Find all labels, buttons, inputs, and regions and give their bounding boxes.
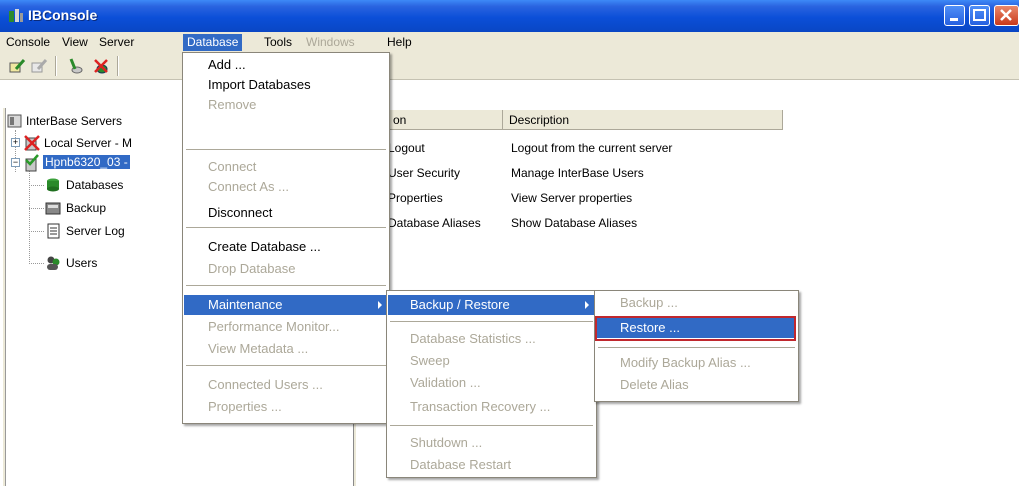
- unregister-server-icon[interactable]: [30, 57, 48, 75]
- database-menu: Add ... Import Databases Remove Connect …: [182, 52, 390, 424]
- menu-shutdown[interactable]: Shutdown ...: [388, 435, 595, 455]
- menu-properties[interactable]: Properties ...: [184, 399, 388, 419]
- tree-item-backup[interactable]: Backup: [6, 199, 206, 217]
- tree-label-server-log: Server Log: [66, 224, 125, 238]
- server-disconnected-icon: [24, 135, 40, 151]
- list-item[interactable]: Logout: [388, 141, 425, 159]
- expand-icon[interactable]: +: [11, 138, 20, 147]
- menu-disconnect[interactable]: Disconnect: [184, 205, 388, 225]
- list-action: Logout: [388, 141, 425, 155]
- tree-label-backup: Backup: [66, 201, 107, 215]
- backup-icon: [45, 202, 61, 215]
- list-item-desc: Manage InterBase Users: [511, 166, 644, 184]
- menu-database-statistics[interactable]: Database Statistics ...: [388, 331, 595, 351]
- toolbar: [0, 52, 1019, 80]
- menu-connect-as[interactable]: Connect As ...: [184, 179, 388, 199]
- list-action: User Security: [388, 166, 461, 180]
- disconnect-database-icon[interactable]: [92, 57, 110, 75]
- list-item-desc: Show Database Aliases: [511, 216, 637, 234]
- close-icon: [1000, 9, 1012, 21]
- menu-connected-users[interactable]: Connected Users ...: [184, 377, 388, 397]
- list-item[interactable]: User Security: [388, 166, 460, 184]
- list-description: Manage InterBase Users: [511, 166, 644, 180]
- submenu-arrow-icon: [378, 301, 382, 309]
- column-header-description[interactable]: Description: [503, 110, 783, 130]
- menu-console[interactable]: Console: [2, 34, 54, 51]
- users-icon: [47, 256, 60, 270]
- databases-icon: [47, 178, 59, 192]
- list-item-desc: Logout from the current server: [511, 141, 672, 159]
- list-item[interactable]: Properties: [388, 191, 443, 209]
- tree-item-users[interactable]: Users: [6, 254, 206, 272]
- menu-bar: Console View Server Database Tools Windo…: [0, 32, 1019, 52]
- menu-remove[interactable]: Remove: [184, 97, 388, 117]
- menu-performance-monitor[interactable]: Performance Monitor...: [184, 319, 388, 339]
- tree-label-users: Users: [66, 256, 98, 270]
- menu-sweep[interactable]: Sweep: [388, 353, 595, 373]
- tree-label-server: Hpnb6320_03 -: [43, 155, 130, 169]
- close-button[interactable]: [994, 5, 1019, 26]
- window-title: IBConsole: [28, 7, 98, 23]
- restore-highlight-callout: [595, 316, 796, 341]
- minimize-icon: [950, 18, 958, 21]
- servers-group-icon: [7, 114, 22, 128]
- menu-maintenance-label: Maintenance: [208, 297, 283, 312]
- menu-import-databases[interactable]: Import Databases: [184, 77, 388, 97]
- submenu-arrow-icon: [585, 301, 589, 309]
- menu-maintenance[interactable]: Maintenance: [184, 295, 388, 315]
- menu-delete-alias[interactable]: Delete Alias: [596, 377, 797, 397]
- tree-item-interbase-servers[interactable]: InterBase Servers: [6, 112, 206, 130]
- backup-restore-submenu: Backup ... Restore ... Modify Backup Ali…: [594, 290, 799, 402]
- menu-backup[interactable]: Backup ...: [596, 295, 797, 315]
- list-description: Logout from the current server: [511, 141, 673, 155]
- maintenance-submenu: Backup / Restore Database Statistics ...…: [386, 290, 597, 478]
- column-header-description-label: Description: [509, 113, 570, 127]
- menu-windows[interactable]: Windows: [302, 34, 359, 51]
- menu-help[interactable]: Help: [383, 34, 416, 51]
- menu-backup-restore-label: Backup / Restore: [410, 297, 510, 312]
- menu-add[interactable]: Add ...: [184, 57, 388, 77]
- menu-database[interactable]: Database: [183, 34, 243, 51]
- tree-item-server-log[interactable]: Server Log: [6, 222, 206, 240]
- tree-item-server-hpnb[interactable]: − Hpnb6320_03 -: [6, 154, 206, 172]
- menu-create-database[interactable]: Create Database ...: [184, 239, 388, 259]
- tree-item-local-server[interactable]: + Local Server - M: [6, 134, 206, 152]
- menu-validation[interactable]: Validation ...: [388, 375, 595, 395]
- list-item[interactable]: Database Aliases: [388, 216, 481, 234]
- tree-label-local-server: Local Server - M: [44, 136, 133, 150]
- minimize-button[interactable]: [944, 5, 965, 26]
- collapse-icon[interactable]: −: [11, 158, 20, 167]
- menu-drop-database[interactable]: Drop Database: [184, 261, 388, 281]
- tree-label-databases: Databases: [66, 178, 124, 192]
- menu-view[interactable]: View: [58, 34, 92, 51]
- maximize-button[interactable]: [969, 5, 990, 26]
- server-connected-icon: [25, 154, 39, 172]
- ibconsole-app-icon: [9, 9, 23, 22]
- server-log-icon: [47, 223, 60, 239]
- title-bar: IBConsole: [0, 0, 1019, 32]
- menu-modify-backup-alias[interactable]: Modify Backup Alias ...: [596, 355, 797, 375]
- register-server-icon[interactable]: [8, 57, 26, 75]
- connect-database-icon[interactable]: [66, 57, 84, 75]
- tree-item-databases[interactable]: Databases: [6, 176, 206, 194]
- list-item-desc: View Server properties: [511, 191, 632, 209]
- menu-transaction-recovery[interactable]: Transaction Recovery ...: [388, 399, 595, 419]
- maximize-icon: [973, 9, 986, 21]
- menu-backup-restore[interactable]: Backup / Restore: [388, 295, 595, 315]
- list-action: Database Aliases: [388, 216, 481, 230]
- list-description: View Server properties: [511, 191, 633, 205]
- menu-view-metadata[interactable]: View Metadata ...: [184, 341, 388, 361]
- tree-label-root: InterBase Servers: [26, 114, 123, 128]
- menu-server[interactable]: Server: [95, 34, 138, 51]
- list-description: Show Database Aliases: [511, 216, 638, 230]
- list-action: Properties: [388, 191, 443, 205]
- menu-connect[interactable]: Connect: [184, 159, 388, 179]
- menu-tools[interactable]: Tools: [260, 34, 296, 51]
- menu-database-restart[interactable]: Database Restart: [388, 457, 595, 477]
